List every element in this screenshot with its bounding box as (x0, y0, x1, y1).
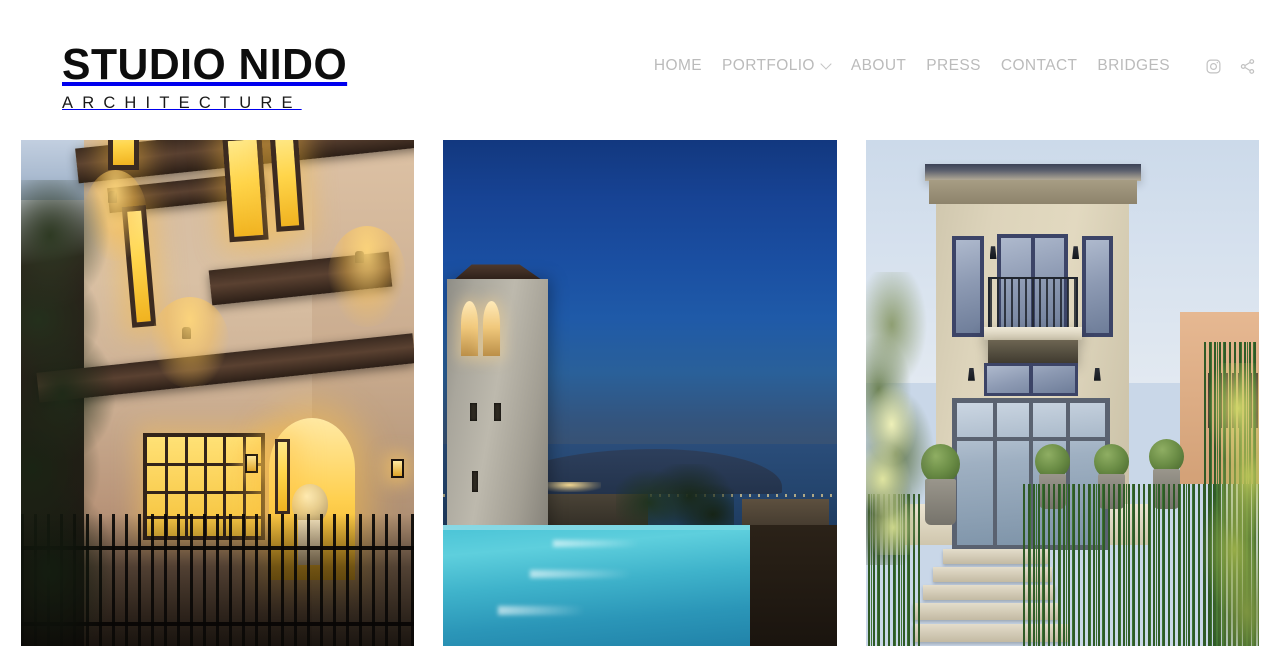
stucco-villa-garden-image (865, 140, 1259, 646)
instagram-icon[interactable] (1202, 55, 1224, 77)
nav-link-label: CONTACT (1000, 57, 1078, 74)
nav-item-about[interactable]: ABOUT (841, 55, 916, 77)
nav-item-home[interactable]: HOME (644, 55, 712, 77)
gallery-tile-stucco-villa-garden[interactable] (865, 140, 1259, 646)
nav-item-contact[interactable]: CONTACT (991, 55, 1088, 77)
chevron-down-icon (822, 60, 831, 69)
site-logo[interactable]: STUDIO NIDO ARCHITECTURE (62, 42, 356, 113)
nav-item-portfolio[interactable]: PORTFOLIO (712, 55, 841, 77)
nav-link-label: ABOUT (850, 57, 907, 74)
gallery-tile-craftsman-residence[interactable] (21, 140, 415, 646)
site-header: STUDIO NIDO ARCHITECTURE HOME PORTFOLIO … (0, 0, 1280, 140)
share-icon[interactable] (1236, 55, 1258, 77)
nav-link-label: HOME (653, 57, 702, 74)
nav-link-label: PORTFOLIO (722, 57, 815, 74)
brand-subtitle: ARCHITECTURE (62, 94, 302, 112)
primary-navigation: HOME PORTFOLIO ABOUT PRESS CONTACT BRIDG… (644, 55, 1266, 77)
nav-item-bridges[interactable]: BRIDGES (1087, 55, 1180, 77)
gallery-tile-tower-infinity-pool[interactable] (443, 140, 837, 646)
nav-item-press[interactable]: PRESS (916, 55, 991, 77)
tower-infinity-pool-image (443, 140, 837, 646)
nav-link-label: BRIDGES (1097, 57, 1170, 74)
craftsman-residence-image (21, 140, 415, 646)
nav-list: HOME PORTFOLIO ABOUT PRESS CONTACT BRIDG… (644, 55, 1180, 77)
nav-link-label: PRESS (926, 57, 981, 74)
brand-name: STUDIO NIDO (62, 40, 348, 89)
project-gallery (0, 140, 1280, 646)
social-links (1202, 55, 1266, 77)
